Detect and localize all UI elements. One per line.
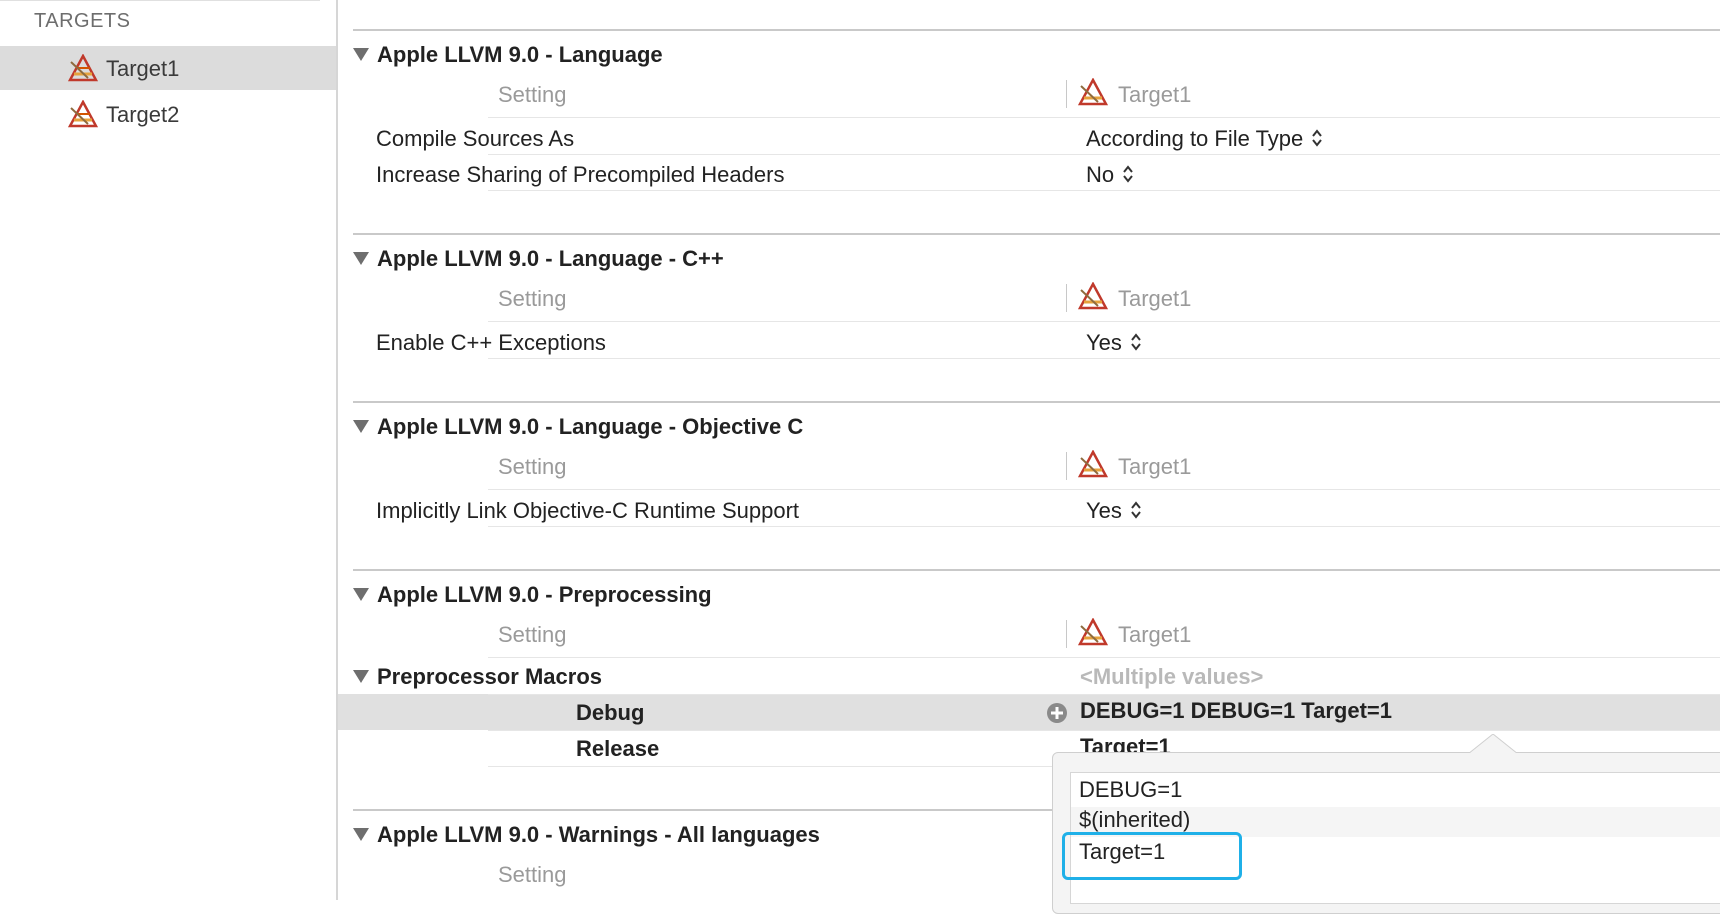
xcode-target-icon [68,100,98,128]
add-circle-icon[interactable] [1046,702,1068,724]
setting-debug[interactable]: Debug [576,700,644,726]
sidebar-item-label: Target1 [106,56,180,81]
value-text: Yes [1086,330,1122,355]
disclosure-triangle-icon[interactable] [353,827,369,841]
row-divider [488,526,1720,527]
column-divider [1066,452,1067,480]
section-divider [353,29,1720,31]
setting-compile-sources-as[interactable]: Compile Sources As [376,126,574,152]
column-divider [1066,80,1067,108]
disclosure-triangle-icon[interactable] [353,47,369,61]
value-enable-cpp-exceptions[interactable]: Yes [1086,330,1142,356]
column-header-setting: Setting [498,82,567,107]
column-divider [1066,284,1067,312]
xcode-target-icon [68,54,98,82]
row-divider [488,321,1720,322]
up-down-chevron-icon[interactable] [1311,129,1323,147]
xcode-target-icon [1078,282,1108,310]
row-divider [488,358,1720,359]
value-text: According to File Type [1086,126,1304,151]
value-multiple-values[interactable]: <Multiple values> [1080,664,1263,690]
section-header-preprocessing[interactable]: Apple LLVM 9.0 - Preprocessing [353,582,712,608]
setting-enable-cpp-exceptions[interactable]: Enable C++ Exceptions [376,330,606,356]
value-compile-sources-as[interactable]: According to File Type [1086,126,1323,152]
disclosure-triangle-icon[interactable] [353,419,369,433]
up-down-chevron-icon[interactable] [1122,165,1134,183]
column-header-setting: Setting [498,454,567,479]
xcode-target-icon [1078,618,1108,646]
section-title: Apple LLVM 9.0 - Warnings - All language… [377,822,820,847]
section-header-language[interactable]: Apple LLVM 9.0 - Language [353,42,663,68]
sidebar-item-target2[interactable]: Target2 [0,92,336,136]
section-header-language-objc[interactable]: Apple LLVM 9.0 - Language - Objective C [353,414,803,440]
column-header-target: Target1 [1118,454,1192,479]
targets-sidebar: TARGETS Target1 Target2 [0,0,338,900]
column-header-target: Target1 [1118,622,1192,647]
macro-list-item[interactable]: DEBUG=1 [1071,777,1720,807]
row-divider [488,730,1720,731]
section-title: Apple LLVM 9.0 - Language - Objective C [377,414,804,439]
setting-increase-sharing-pch[interactable]: Increase Sharing of Precompiled Headers [376,162,784,188]
debug-row-selected[interactable] [338,694,1720,730]
value-implicitly-link-objc-runtime[interactable]: Yes [1086,498,1142,524]
row-divider [488,154,1720,155]
targets-header: TARGETS [34,10,131,32]
up-down-chevron-icon[interactable] [1130,333,1142,351]
column-header-target: Target1 [1118,286,1192,311]
disclosure-triangle-icon[interactable] [353,251,369,265]
section-divider [353,233,1720,235]
row-divider [488,694,1720,695]
section-title: Apple LLVM 9.0 - Language [377,42,663,67]
value-increase-sharing-pch[interactable]: No [1086,162,1134,188]
row-divider [488,489,1720,490]
section-title: Apple LLVM 9.0 - Language - C++ [377,246,724,271]
up-down-chevron-icon[interactable] [1130,501,1142,519]
row-divider [488,117,1720,118]
popover-arrow [1468,734,1518,754]
row-divider [488,190,1720,191]
value-debug-macros[interactable]: DEBUG=1 DEBUG=1 Target=1 [1080,698,1392,724]
section-divider [353,569,1720,571]
section-divider [353,401,1720,403]
setting-preprocessor-macros[interactable]: Preprocessor Macros [353,664,602,690]
setting-implicitly-link-objc-runtime[interactable]: Implicitly Link Objective-C Runtime Supp… [376,498,799,524]
disclosure-triangle-icon[interactable] [353,587,369,601]
xcode-target-icon [1078,78,1108,106]
highlight-box [1062,832,1242,880]
setting-label: Preprocessor Macros [377,664,602,689]
value-text: No [1086,162,1115,187]
sidebar-item-label: Target2 [106,102,180,127]
disclosure-triangle-icon[interactable] [353,669,369,683]
section-header-language-cpp[interactable]: Apple LLVM 9.0 - Language - C++ [353,246,724,272]
sidebar-item-target1[interactable]: Target1 [0,46,336,90]
sidebar-top-divider [0,0,320,1]
setting-release[interactable]: Release [576,736,659,762]
column-header-setting: Setting [498,862,567,887]
section-title: Apple LLVM 9.0 - Preprocessing [377,582,712,607]
column-header-setting: Setting [498,622,567,647]
section-header-warnings[interactable]: Apple LLVM 9.0 - Warnings - All language… [353,822,820,848]
column-header-target: Target1 [1118,82,1192,107]
row-divider [488,657,1720,658]
xcode-target-icon [1078,450,1108,478]
value-text: Yes [1086,498,1122,523]
column-divider [1066,620,1067,648]
column-header-setting: Setting [498,286,567,311]
